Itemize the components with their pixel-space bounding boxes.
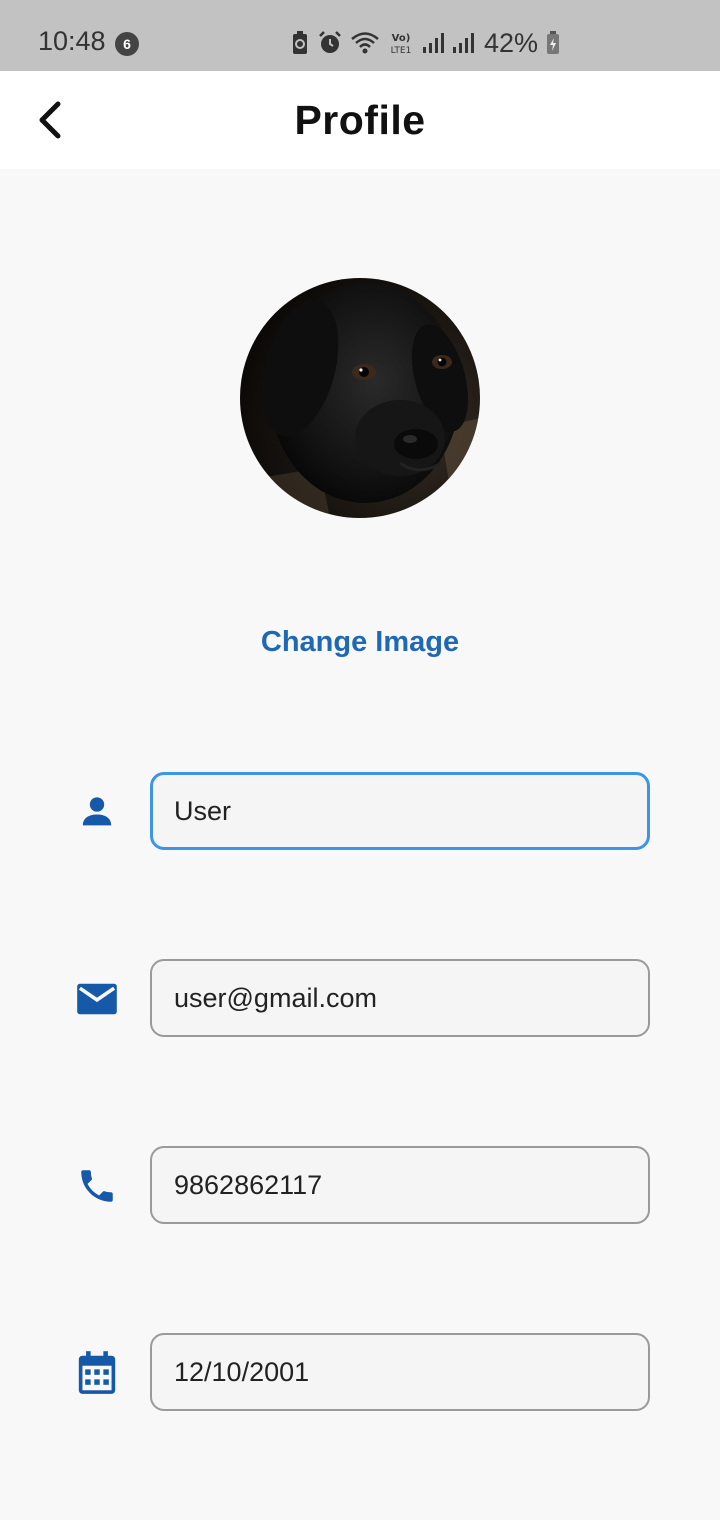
signal-icon (423, 33, 444, 53)
avatar-photo (240, 278, 480, 518)
wifi-icon (351, 32, 379, 54)
volte-icon: Vo) LTE1 (391, 33, 412, 56)
dob-field[interactable] (150, 1333, 650, 1411)
battery-percentage: 42% (484, 27, 539, 58)
signal-icon (453, 33, 474, 53)
dob-field-row (0, 1333, 720, 1411)
calendar-icon (74, 1350, 120, 1396)
change-image-button[interactable]: Change Image (0, 626, 720, 659)
phone-field-row (0, 1146, 720, 1224)
app-bar: Profile (0, 71, 720, 169)
person-icon (74, 789, 120, 835)
notification-count-badge: 6 (115, 32, 139, 56)
email-field[interactable] (150, 959, 650, 1037)
battery-icon (547, 31, 560, 54)
svg-text:Vo): Vo) (392, 33, 411, 44)
name-field-row (0, 772, 720, 850)
status-bar: 10:48 6 Vo) LTE1 42% (0, 0, 720, 71)
battery-saver-icon (293, 31, 307, 54)
status-icons: Vo) LTE1 42% (290, 27, 560, 59)
alarm-icon (319, 31, 341, 53)
avatar[interactable] (240, 278, 480, 518)
mail-icon (74, 976, 120, 1022)
page-title: Profile (294, 97, 426, 143)
name-field[interactable] (150, 772, 650, 850)
phone-icon (74, 1163, 120, 1209)
svg-text:LTE1: LTE1 (391, 46, 412, 56)
email-field-row (0, 959, 720, 1037)
status-time: 10:48 (38, 26, 106, 56)
phone-field[interactable] (150, 1146, 650, 1224)
